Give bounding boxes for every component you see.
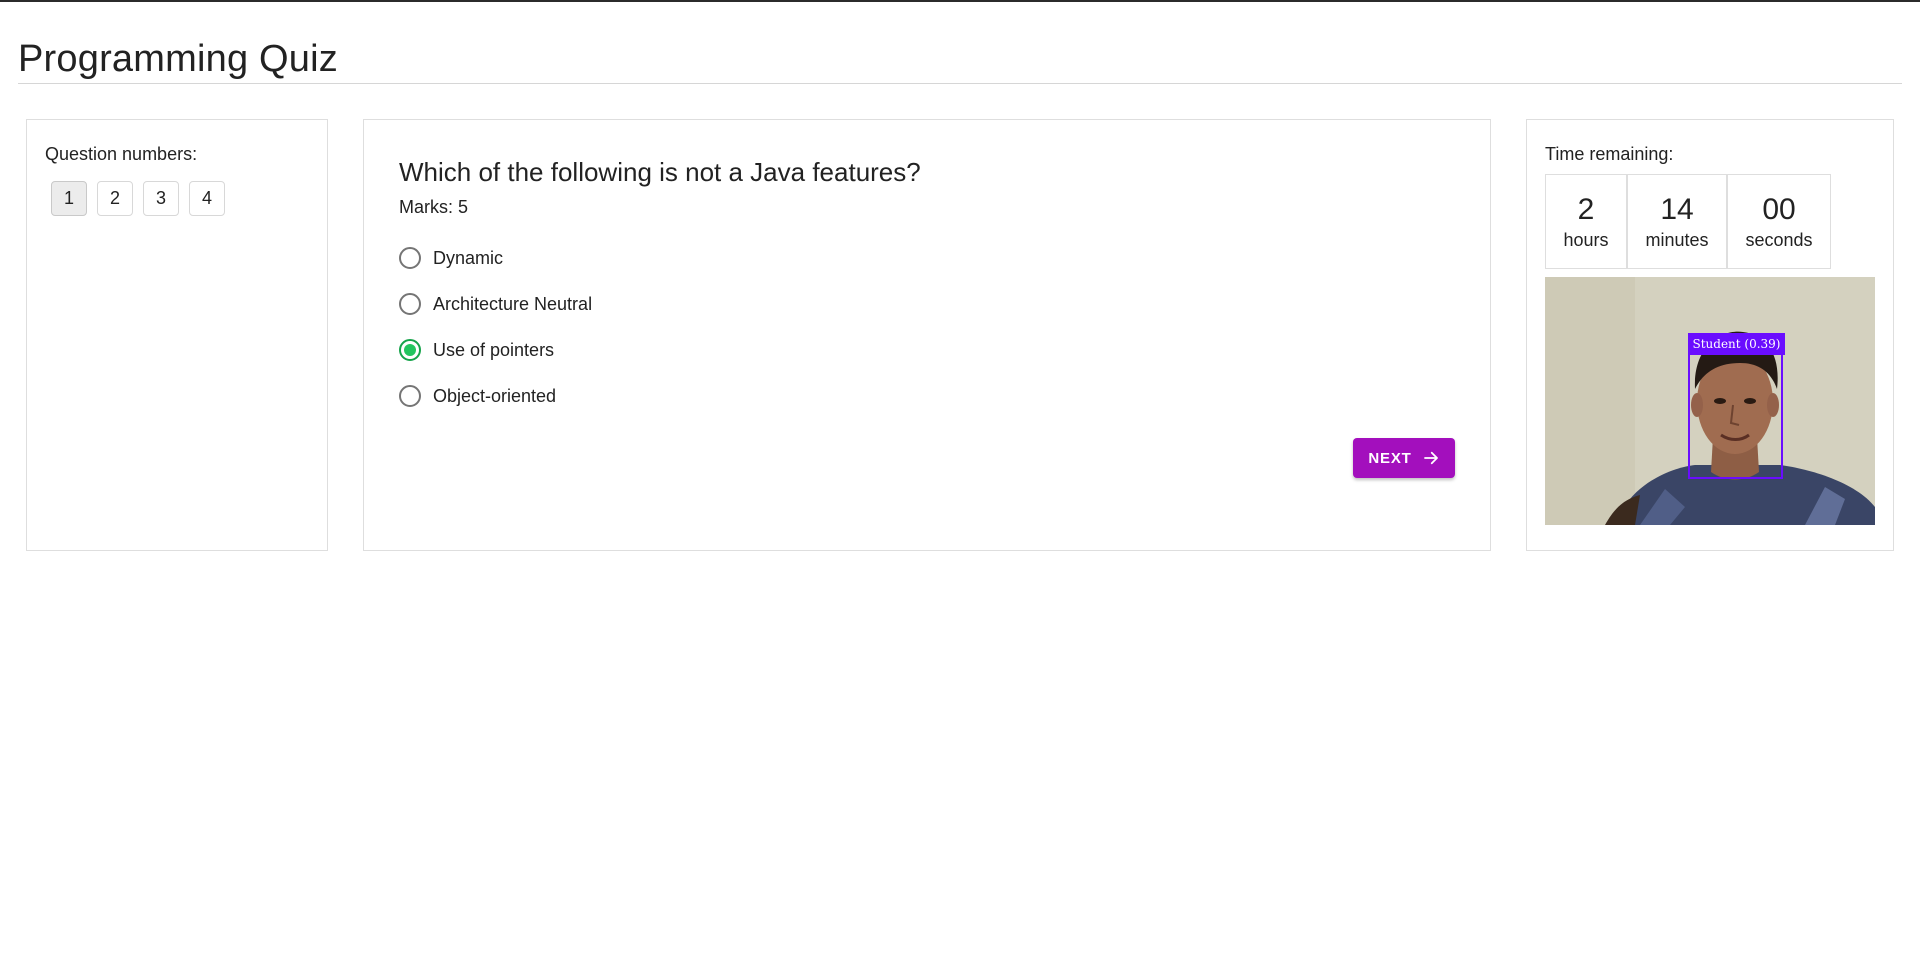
question-nav-label: Question numbers: bbox=[45, 144, 198, 164]
radio-button-selected[interactable] bbox=[399, 339, 421, 361]
answer-option[interactable]: Use of pointers bbox=[399, 327, 592, 373]
page-title: Programming Quiz bbox=[18, 38, 338, 80]
timer-seconds-value: 00 bbox=[1762, 192, 1796, 226]
question-number-button[interactable]: 3 bbox=[143, 181, 179, 216]
answer-option-label: Architecture Neutral bbox=[433, 293, 593, 314]
question-card: Which of the following is not a Java fea… bbox=[363, 119, 1491, 551]
top-border bbox=[0, 0, 1920, 2]
timer-minutes-unit: minutes bbox=[1645, 229, 1709, 250]
question-text: Which of the following is not a Java fea… bbox=[399, 157, 921, 187]
question-number-button[interactable]: 4 bbox=[189, 181, 225, 216]
title-divider bbox=[18, 83, 1902, 84]
answer-option-label: Dynamic bbox=[433, 247, 504, 268]
answer-option[interactable]: Dynamic bbox=[399, 235, 592, 281]
radio-dot bbox=[404, 344, 416, 356]
radio-button[interactable] bbox=[399, 247, 421, 269]
answer-option-label: Object-oriented bbox=[433, 385, 557, 406]
question-number-button[interactable]: 1 bbox=[51, 181, 87, 216]
face-detection-label: Student (0.39) bbox=[1688, 333, 1785, 355]
question-nav-card: Question numbers: 1 2 3 4 bbox=[26, 119, 328, 551]
next-button[interactable]: NEXT bbox=[1353, 438, 1455, 478]
timer-hours-value: 2 bbox=[1577, 192, 1595, 226]
webcam-feed: Student (0.39) bbox=[1545, 277, 1875, 525]
radio-button[interactable] bbox=[399, 385, 421, 407]
question-number-list: 1 2 3 4 bbox=[51, 181, 225, 216]
timer-seconds: 00 seconds bbox=[1727, 174, 1831, 269]
countdown-timer: 2 hours 14 minutes 00 seconds bbox=[1545, 174, 1831, 269]
timer-hours-unit: hours bbox=[1563, 229, 1609, 250]
arrow-right-icon bbox=[1423, 451, 1438, 465]
radio-button[interactable] bbox=[399, 293, 421, 315]
answer-option[interactable]: Object-oriented bbox=[399, 373, 592, 419]
next-button-label: NEXT bbox=[1368, 449, 1412, 467]
answer-option[interactable]: Architecture Neutral bbox=[399, 281, 592, 327]
question-number-button[interactable]: 2 bbox=[97, 181, 133, 216]
answer-options: Dynamic Architecture Neutral Use of poin… bbox=[399, 235, 592, 419]
proctor-card: Time remaining: 2 hours 14 minutes 00 se… bbox=[1526, 119, 1894, 551]
timer-hours: 2 hours bbox=[1545, 174, 1627, 269]
timer-minutes: 14 minutes bbox=[1627, 174, 1727, 269]
timer-seconds-unit: seconds bbox=[1745, 229, 1813, 250]
answer-option-label: Use of pointers bbox=[433, 339, 555, 360]
question-marks: Marks: 5 bbox=[399, 197, 469, 217]
timer-label: Time remaining: bbox=[1545, 144, 1674, 164]
timer-minutes-value: 14 bbox=[1660, 192, 1694, 226]
